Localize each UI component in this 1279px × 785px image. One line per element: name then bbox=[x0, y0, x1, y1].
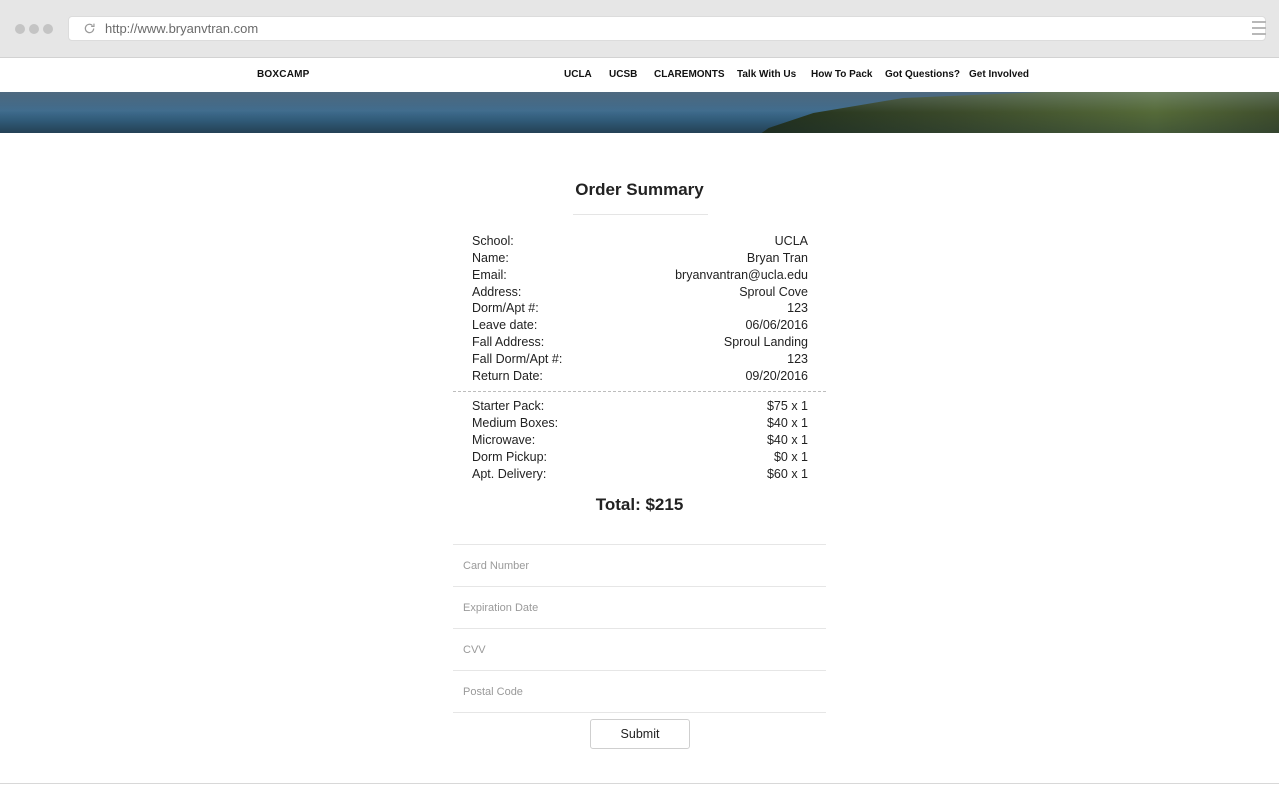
order-total: Total: $215 bbox=[595, 495, 684, 514]
detail-row-address: Address: Sproul Cove bbox=[472, 285, 808, 302]
item-price: $0 x 1 bbox=[773, 450, 808, 464]
page-title: Order Summary bbox=[575, 180, 704, 199]
browser-chrome: http://www.bryanvtran.com bbox=[0, 0, 1279, 58]
item-price: $60 x 1 bbox=[766, 467, 808, 481]
item-row-medium-boxes: Medium Boxes: $40 x 1 bbox=[472, 416, 808, 433]
detail-value: 06/06/2016 bbox=[745, 318, 808, 332]
card-number-input[interactable] bbox=[453, 545, 826, 587]
postal-code-input[interactable] bbox=[453, 671, 826, 713]
nav-link-get-involved[interactable]: Get Involved bbox=[969, 69, 1029, 80]
item-price: $75 x 1 bbox=[766, 399, 808, 413]
item-label: Dorm Pickup: bbox=[472, 450, 548, 464]
detail-row-fall-dorm-apt: Fall Dorm/Apt #: 123 bbox=[472, 352, 808, 369]
detail-row-school: School: UCLA bbox=[472, 234, 808, 251]
detail-row-leave-date: Leave date: 06/06/2016 bbox=[472, 318, 808, 335]
detail-value: bryanvantran@ucla.edu bbox=[675, 268, 808, 282]
item-label: Microwave: bbox=[472, 433, 536, 447]
expiration-date-input[interactable] bbox=[453, 587, 826, 629]
detail-row-dorm-apt: Dorm/Apt #: 123 bbox=[472, 301, 808, 318]
window-close-dot[interactable] bbox=[15, 24, 25, 34]
submit-button[interactable]: Submit bbox=[590, 719, 690, 749]
item-label: Medium Boxes: bbox=[472, 416, 559, 430]
detail-value: Sproul Landing bbox=[723, 335, 808, 349]
detail-row-email: Email: bryanvantran@ucla.edu bbox=[472, 268, 808, 285]
nav-link-how-to-pack[interactable]: How To Pack bbox=[811, 69, 873, 80]
window-minimize-dot[interactable] bbox=[29, 24, 39, 34]
dashed-divider bbox=[453, 391, 826, 392]
hamburger-menu-icon[interactable] bbox=[1252, 21, 1266, 37]
item-price: $40 x 1 bbox=[766, 416, 808, 430]
detail-label: Fall Address: bbox=[472, 335, 545, 349]
url-text: http://www.bryanvtran.com bbox=[105, 21, 259, 36]
site-navbar: BOXCAMP UCLA UCSB CLAREMONTS Talk With U… bbox=[0, 58, 1279, 92]
cvv-input[interactable] bbox=[453, 629, 826, 671]
hero-banner-image bbox=[0, 92, 1279, 133]
nav-link-got-questions[interactable]: Got Questions? bbox=[885, 69, 960, 80]
nav-link-talk-with-us[interactable]: Talk With Us bbox=[737, 69, 796, 80]
item-row-starter-pack: Starter Pack: $75 x 1 bbox=[472, 399, 808, 416]
brand-logo[interactable]: BOXCAMP bbox=[257, 69, 310, 80]
nav-link-ucsb[interactable]: UCSB bbox=[609, 69, 637, 80]
detail-row-return-date: Return Date: 09/20/2016 bbox=[472, 369, 808, 386]
item-price: $40 x 1 bbox=[766, 433, 808, 447]
detail-label: Dorm/Apt #: bbox=[472, 301, 539, 315]
detail-label: Fall Dorm/Apt #: bbox=[472, 352, 563, 366]
detail-value: 123 bbox=[787, 301, 808, 315]
detail-value: Bryan Tran bbox=[746, 251, 808, 265]
item-label: Apt. Delivery: bbox=[472, 467, 547, 481]
detail-row-fall-address: Fall Address: Sproul Landing bbox=[472, 335, 808, 352]
detail-label: Email: bbox=[472, 268, 507, 282]
detail-label: Name: bbox=[472, 251, 509, 265]
nav-link-ucla[interactable]: UCLA bbox=[564, 69, 592, 80]
detail-label: School: bbox=[472, 234, 514, 248]
item-row-microwave: Microwave: $40 x 1 bbox=[472, 433, 808, 450]
window-bottom-border bbox=[0, 783, 1279, 784]
item-row-dorm-pickup: Dorm Pickup: $0 x 1 bbox=[472, 450, 808, 467]
nav-link-claremonts[interactable]: CLAREMONTS bbox=[654, 69, 725, 80]
detail-value: 123 bbox=[787, 352, 808, 366]
window-maximize-dot[interactable] bbox=[43, 24, 53, 34]
title-divider bbox=[573, 214, 708, 215]
detail-row-name: Name: Bryan Tran bbox=[472, 251, 808, 268]
detail-value: UCLA bbox=[774, 234, 808, 248]
item-label: Starter Pack: bbox=[472, 399, 545, 413]
detail-label: Leave date: bbox=[472, 318, 538, 332]
item-row-apt-delivery: Apt. Delivery: $60 x 1 bbox=[472, 467, 808, 484]
detail-label: Address: bbox=[472, 285, 522, 299]
detail-label: Return Date: bbox=[472, 369, 543, 383]
detail-value: Sproul Cove bbox=[739, 285, 808, 299]
detail-value: 09/20/2016 bbox=[745, 369, 808, 383]
address-bar[interactable]: http://www.bryanvtran.com bbox=[68, 16, 1266, 41]
reload-icon[interactable] bbox=[83, 22, 96, 35]
